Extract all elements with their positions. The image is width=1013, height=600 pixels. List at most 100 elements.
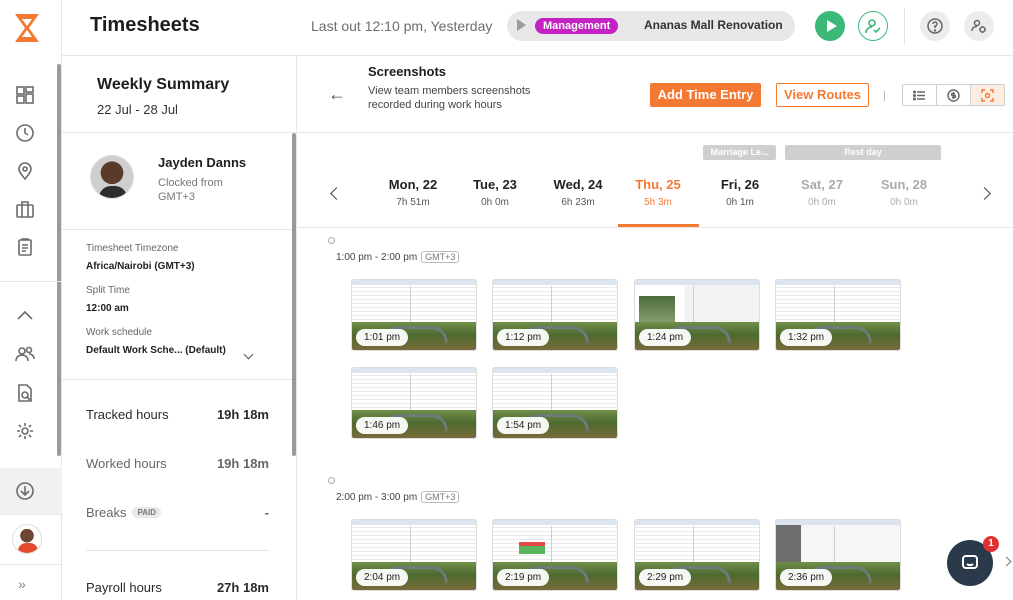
- team-settings-icon: [971, 19, 986, 33]
- time-slot-label: 2:00 pm - 3:00 pm GMT+3: [336, 491, 460, 503]
- header-divider: [904, 8, 905, 44]
- chat-launcher[interactable]: 1: [947, 536, 999, 586]
- day-tab[interactable]: Thu, 25 5h 3m: [618, 177, 698, 208]
- summary-divider: [86, 550, 269, 551]
- timezone-label: Timesheet Timezone: [86, 243, 179, 254]
- day-tab[interactable]: Fri, 26 0h 1m: [700, 177, 780, 208]
- day-name: Tue, 23: [473, 177, 517, 192]
- summary-title: Weekly Summary: [97, 76, 230, 93]
- screenshot-thumbnail[interactable]: 1:54 pm: [492, 367, 618, 439]
- settings-icon[interactable]: [14, 420, 36, 442]
- rail-divider: [0, 281, 62, 282]
- member-card[interactable]: Jayden Danns Clocked from GMT+3: [62, 133, 296, 230]
- tracked-hours-label: Tracked hours: [86, 407, 169, 422]
- view-routes-button[interactable]: View Routes: [776, 83, 869, 107]
- screenshot-thumbnail[interactable]: 2:29 pm: [634, 519, 760, 591]
- team-icon[interactable]: [14, 343, 36, 365]
- screenshot-time: 1:46 pm: [356, 417, 409, 434]
- add-time-entry-button[interactable]: Add Time Entry: [650, 83, 761, 107]
- app-logo-icon[interactable]: [12, 12, 42, 44]
- briefcase-icon[interactable]: [14, 198, 36, 220]
- question-icon: [927, 18, 943, 34]
- day-hours: 6h 23m: [561, 197, 595, 208]
- previous-week-arrow[interactable]: [330, 187, 343, 200]
- chat-icon: [962, 555, 978, 569]
- tracked-hours-value: 19h 18m: [216, 407, 269, 422]
- member-clocked-from: Clocked from GMT+3: [158, 177, 223, 203]
- split-time-value: 12:00 am: [86, 303, 129, 314]
- list-icon: [913, 90, 925, 100]
- dashboard-icon[interactable]: [14, 84, 36, 106]
- day-name: Wed, 24: [553, 177, 603, 192]
- team-switch-button[interactable]: [964, 11, 994, 41]
- pay-view-button[interactable]: [937, 85, 971, 105]
- day-tab[interactable]: Wed, 24 6h 23m: [538, 177, 618, 208]
- summary-scrollbar[interactable]: [292, 133, 296, 456]
- active-day-indicator: [618, 224, 699, 227]
- worked-hours-label: Worked hours: [86, 456, 167, 471]
- play-icon: [826, 20, 837, 32]
- rest-day-banner[interactable]: Rest day: [785, 145, 941, 160]
- left-rail: »: [0, 0, 62, 600]
- screenshots-title: Screenshots: [368, 64, 447, 79]
- screenshot-preview: [635, 280, 759, 326]
- next-week-arrow[interactable]: [978, 187, 991, 200]
- clock-in-button[interactable]: [815, 11, 845, 41]
- day-hours: 7h 51m: [396, 197, 430, 208]
- timeline-dot: [328, 477, 335, 484]
- day-name: Sun, 28: [880, 177, 928, 192]
- clipboard-icon[interactable]: [14, 236, 36, 258]
- location-icon[interactable]: [14, 160, 36, 182]
- screenshot-preview: [352, 368, 476, 414]
- member-avatar: [90, 155, 134, 199]
- chevron-down-icon[interactable]: [243, 349, 254, 360]
- job-selector[interactable]: Management Ananas Mall Renovation: [507, 11, 795, 41]
- leave-banner[interactable]: Marriage Le...: [703, 145, 776, 160]
- screenshot-thumbnail[interactable]: 1:46 pm: [351, 367, 477, 439]
- time-slot-range: 2:00 pm - 3:00 pm: [336, 492, 418, 503]
- rail-scrollbar[interactable]: [57, 64, 61, 456]
- reports-icon[interactable]: [14, 382, 36, 404]
- day-tab[interactable]: Mon, 22 7h 51m: [373, 177, 453, 208]
- clock-icon[interactable]: [14, 122, 36, 144]
- work-schedule-label: Work schedule: [86, 327, 152, 338]
- member-clock-button[interactable]: [858, 11, 888, 41]
- view-switcher: [902, 84, 1005, 106]
- screenshot-thumbnail[interactable]: 1:32 pm: [775, 279, 901, 351]
- expand-rail-icon[interactable]: »: [18, 576, 26, 592]
- screenshot-thumbnail[interactable]: 2:36 pm: [775, 519, 901, 591]
- screenshot-preview: [493, 520, 617, 566]
- screenshot-thumbnail[interactable]: 2:19 pm: [492, 519, 618, 591]
- screenshot-preview: [635, 520, 759, 566]
- screenshots-description: View team members screenshots recorded d…: [368, 85, 531, 111]
- screenshot-thumbnail[interactable]: 1:24 pm: [634, 279, 760, 351]
- summary-date-range: 22 Jul - 28 Jul: [97, 102, 178, 117]
- user-avatar[interactable]: [12, 524, 42, 554]
- screenshot-preview: [493, 280, 617, 326]
- screenshot-preview: [776, 280, 900, 326]
- timezone-badge: GMT+3: [421, 491, 460, 503]
- work-schedule-select[interactable]: Default Work Sche... (Default): [86, 345, 226, 356]
- rail-divider: [0, 564, 62, 565]
- screenshot-time: 2:04 pm: [356, 569, 409, 586]
- day-tab[interactable]: Sun, 28 0h 0m: [864, 177, 944, 208]
- timesheet-settings: Timesheet Timezone Africa/Nairobi (GMT+3…: [62, 230, 296, 380]
- top-bar: Timesheets Last out 12:10 pm, Yesterday …: [62, 0, 1013, 56]
- day-name: Thu, 25: [635, 177, 681, 192]
- screenshot-thumbnail[interactable]: 2:04 pm: [351, 519, 477, 591]
- screenshot-time: 1:32 pm: [780, 329, 833, 346]
- screenshot-thumbnail[interactable]: 1:01 pm: [351, 279, 477, 351]
- play-icon[interactable]: [517, 19, 526, 31]
- download-icon[interactable]: [14, 480, 36, 502]
- back-arrow-icon[interactable]: ←: [328, 84, 346, 105]
- chevron-up-icon[interactable]: [14, 305, 36, 327]
- help-button[interactable]: [920, 11, 950, 41]
- screenshot-time: 1:12 pm: [497, 329, 550, 346]
- toolbar-divider: [884, 91, 885, 101]
- day-tab[interactable]: Tue, 23 0h 0m: [455, 177, 535, 208]
- day-tab[interactable]: Sat, 27 0h 0m: [782, 177, 862, 208]
- screenshot-view-button[interactable]: [971, 85, 1004, 105]
- screenshot-thumbnail[interactable]: 1:12 pm: [492, 279, 618, 351]
- list-view-button[interactable]: [903, 85, 937, 105]
- weekly-summary-panel: Weekly Summary 22 Jul - 28 Jul Jayden Da…: [62, 56, 297, 600]
